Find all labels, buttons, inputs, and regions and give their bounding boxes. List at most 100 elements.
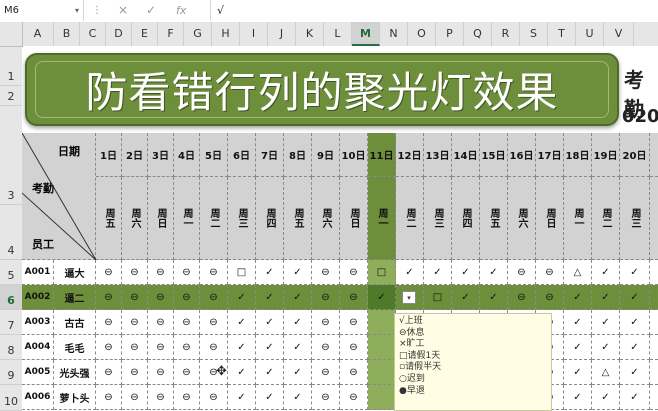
day-header[interactable]: 13日: [424, 133, 452, 177]
employee-id[interactable]: A003: [22, 310, 54, 335]
attendance-cell[interactable]: ✓: [228, 310, 256, 335]
column-header-r[interactable]: R: [492, 22, 520, 46]
attendance-cell[interactable]: ✓: [620, 385, 650, 410]
column-header-t[interactable]: T: [548, 22, 576, 46]
dropdown-option[interactable]: ●早退: [399, 386, 547, 398]
row-header-4[interactable]: 4: [0, 205, 22, 260]
weekday-header[interactable]: 周四: [256, 177, 284, 260]
attendance-cell[interactable]: ⊖: [536, 260, 564, 285]
attendance-cell[interactable]: ✓: [256, 385, 284, 410]
enter-icon[interactable]: ✓: [146, 0, 156, 21]
attendance-cell[interactable]: ⊖: [122, 285, 148, 310]
attendance-cell[interactable]: ✓: [452, 260, 480, 285]
attendance-cell[interactable]: [368, 385, 396, 410]
day-header[interactable]: 14日: [452, 133, 480, 177]
attendance-cell[interactable]: ⊖: [536, 285, 564, 310]
day-header[interactable]: 19日: [592, 133, 620, 177]
weekday-header[interactable]: 周一: [174, 177, 200, 260]
attendance-cell[interactable]: ✓: [228, 360, 256, 385]
attendance-cell[interactable]: ✓: [256, 310, 284, 335]
employee-name[interactable]: 逼二: [54, 285, 96, 310]
column-header-p[interactable]: P: [436, 22, 464, 46]
attendance-cell[interactable]: ✓: [228, 285, 256, 310]
dropdown-option[interactable]: ○迟到: [399, 374, 547, 386]
worksheet[interactable]: 防看错行列的聚光灯效果 考勤 020 日期 考勤 员工 1日 周五 2日 周六 3日 周日…: [22, 46, 658, 411]
employee-id[interactable]: A004: [22, 335, 54, 360]
attendance-cell[interactable]: ✓: [480, 260, 508, 285]
day-header[interactable]: 1日: [96, 133, 122, 177]
day-header[interactable]: 2日: [122, 133, 148, 177]
attendance-cell[interactable]: ✓: [620, 260, 650, 285]
attendance-cell[interactable]: ⊖: [508, 285, 536, 310]
column-header-d[interactable]: D: [106, 22, 132, 46]
column-header-n[interactable]: N: [380, 22, 408, 46]
attendance-cell[interactable]: ✓: [564, 360, 592, 385]
attendance-cell[interactable]: ✓: [424, 260, 452, 285]
column-header-e[interactable]: E: [132, 22, 158, 46]
cancel-icon[interactable]: ×: [118, 0, 128, 21]
attendance-cell[interactable]: ⊖: [96, 260, 122, 285]
attendance-cell[interactable]: ✓: [650, 310, 658, 335]
attendance-cell[interactable]: ⊖: [148, 260, 174, 285]
weekday-header[interactable]: 周五: [480, 177, 508, 260]
attendance-cell[interactable]: ✓: [396, 260, 424, 285]
weekday-header[interactable]: 周五: [96, 177, 122, 260]
attendance-cell[interactable]: ✓: [480, 285, 508, 310]
name-box-dropdown-icon[interactable]: ▾: [75, 0, 79, 21]
attendance-cell[interactable]: ⊖: [340, 285, 368, 310]
attendance-cell[interactable]: ⊖: [122, 360, 148, 385]
name-box[interactable]: M6 ▾: [0, 0, 84, 21]
column-header-m[interactable]: M: [352, 22, 380, 46]
attendance-cell[interactable]: ⊖: [312, 310, 340, 335]
column-header-j[interactable]: J: [268, 22, 296, 46]
day-header[interactable]: 15日: [480, 133, 508, 177]
diagonal-header-cell[interactable]: 日期 考勤 员工: [22, 133, 96, 260]
day-header[interactable]: 16日: [508, 133, 536, 177]
employee-name[interactable]: 毛毛: [54, 335, 96, 360]
attendance-cell[interactable]: ⊖: [200, 310, 228, 335]
weekday-header[interactable]: 周一: [368, 177, 396, 260]
attendance-cell[interactable]: ✓: [650, 385, 658, 410]
attendance-cell[interactable]: ⊖: [122, 310, 148, 335]
weekday-header[interactable]: 周六: [122, 177, 148, 260]
weekday-header[interactable]: 周: [650, 177, 658, 260]
attendance-cell[interactable]: ⊖: [200, 260, 228, 285]
attendance-cell[interactable]: ✓: [592, 285, 620, 310]
column-header-h[interactable]: H: [212, 22, 240, 46]
column-header-q[interactable]: Q: [464, 22, 492, 46]
select-all-corner[interactable]: [0, 22, 23, 47]
weekday-header[interactable]: 周三: [424, 177, 452, 260]
weekday-header[interactable]: 周三: [620, 177, 650, 260]
employee-id[interactable]: A001: [22, 260, 54, 285]
attendance-cell[interactable]: □: [424, 285, 452, 310]
dropdown-option[interactable]: √上班: [399, 316, 547, 328]
attendance-cell[interactable]: ✓: [564, 285, 592, 310]
weekday-header[interactable]: 周二: [396, 177, 424, 260]
column-header-c[interactable]: C: [80, 22, 106, 46]
employee-id[interactable]: A006: [22, 385, 54, 410]
attendance-cell[interactable]: ⊖: [200, 385, 228, 410]
attendance-cell[interactable]: ⊖: [200, 285, 228, 310]
column-header-k[interactable]: K: [296, 22, 324, 46]
attendance-cell[interactable]: ✓: [368, 285, 396, 310]
day-header[interactable]: 10日: [340, 133, 368, 177]
day-header[interactable]: 3日: [148, 133, 174, 177]
attendance-cell[interactable]: ✓: [228, 385, 256, 410]
column-header-s[interactable]: S: [520, 22, 548, 46]
attendance-cell[interactable]: ⊖: [96, 360, 122, 385]
attendance-cell[interactable]: ✓: [620, 360, 650, 385]
attendance-cell[interactable]: ⊖: [340, 310, 368, 335]
weekday-header[interactable]: 周日: [340, 177, 368, 260]
day-header[interactable]: 12日: [396, 133, 424, 177]
attendance-cell[interactable]: ⊖: [312, 360, 340, 385]
column-header-i[interactable]: I: [240, 22, 268, 46]
attendance-cell[interactable]: ⊖: [340, 385, 368, 410]
insert-function-icon[interactable]: fx: [176, 0, 186, 21]
attendance-cell[interactable]: ✓: [284, 310, 312, 335]
row-header-3[interactable]: 3: [0, 106, 22, 205]
weekday-header[interactable]: 周一: [564, 177, 592, 260]
attendance-cell[interactable]: ⊖: [340, 335, 368, 360]
attendance-cell[interactable]: ⊖: [312, 260, 340, 285]
attendance-cell[interactable]: ✓: [620, 335, 650, 360]
attendance-cell[interactable]: ⊖: [508, 260, 536, 285]
